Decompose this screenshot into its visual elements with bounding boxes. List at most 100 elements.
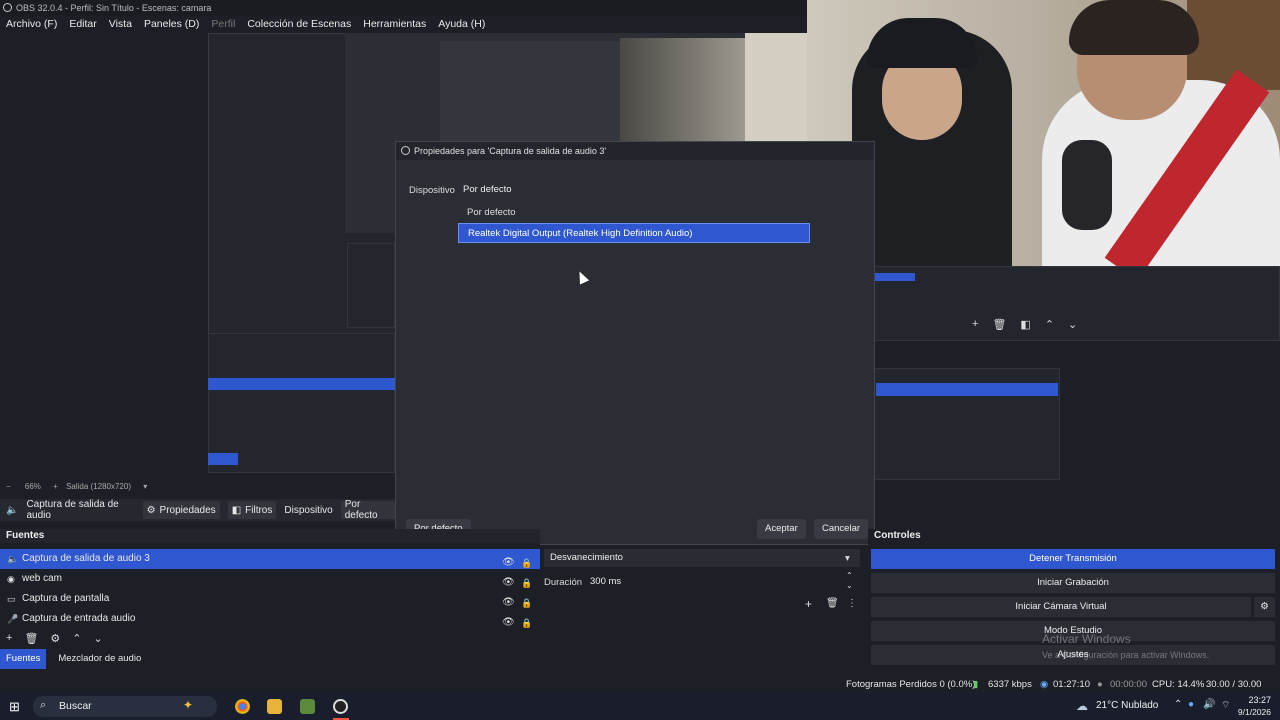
bitrate: 6337 kbps [988,679,1032,690]
add-icon: + [972,318,979,330]
sources-title: Fuentes [0,529,540,543]
network-icon[interactable]: ⌔ [1221,699,1230,712]
nested-selected-row [208,378,395,390]
chrome-icon[interactable] [235,699,250,714]
source-name: Captura de pantalla [22,593,110,604]
virtual-camera-button[interactable]: Iniciar Cámara Virtual [871,597,1251,617]
search-box[interactable]: ⌕ Buscar ✦ [33,696,217,717]
status-bar: Fotogramas Perdidos 0 (0.0%) ▮ 6337 kbps… [0,676,1280,707]
menu-coleccion[interactable]: Colección de Escenas [241,16,357,33]
trash-icon: 🗑 [992,318,1007,331]
zoom-level[interactable]: 66% [25,482,41,491]
start-recording-button[interactable]: Iniciar Grabación [871,573,1275,593]
webcam-feed [807,0,1280,266]
down-icon[interactable]: ⌄ [94,632,103,645]
nested-sources-panel-2 [347,243,395,328]
visibility-eye-icon[interactable]: 👁 [502,613,515,633]
source-name: web cam [22,573,63,584]
speaker-icon: 🔈 [6,504,19,516]
stop-stream-button[interactable]: Detener Transmisión [871,549,1275,569]
stream-time: 01:27:10 [1053,679,1090,690]
device-label: Dispositivo [409,185,455,196]
app-icon[interactable] [300,699,315,714]
dropped-frames: Fotogramas Perdidos 0 (0.0%) [846,679,976,690]
controls-dock: Controles Detener Transmisión Iniciar Gr… [868,529,1280,669]
menu-vista[interactable]: Vista [103,16,138,33]
tray-chevron-icon[interactable]: ⌃ [1174,699,1182,710]
duration-input[interactable]: 300 ms [584,573,860,591]
device-option-realtek[interactable]: Realtek Digital Output (Realtek High Def… [458,223,810,243]
filter-icon: ◧ [1020,318,1031,331]
trash-icon[interactable]: 🗑 [24,632,38,645]
spinner-down-icon[interactable]: ⌄ [846,581,853,590]
search-placeholder: Buscar [59,700,92,712]
sources-actions: + 🗑 ⚙ ⌃ ⌄ [0,629,540,647]
output-resolution[interactable]: Salida (1280x720) [66,482,131,491]
tab-sources[interactable]: Fuentes [0,649,47,669]
cancel-button[interactable]: Cancelar [814,519,869,539]
device-dropdown-list: Por defecto Realtek Digital Output (Real… [458,203,810,243]
obs-taskbar-icon[interactable] [333,699,348,714]
lock-icon[interactable]: 🔒 [521,613,532,633]
menu-perfil[interactable]: Perfil [205,16,241,33]
source-row[interactable]: 🎤 Captura de entrada audio 👁 🔒 [0,609,540,629]
spinner-up-icon[interactable]: ⌃ [846,571,853,580]
copilot-sparkle-icon: ✦ [183,698,194,712]
weather[interactable]: 21°C Nublado [1096,700,1158,711]
chevron-down-icon[interactable]: ▾ [143,482,147,491]
menu-editar[interactable]: Editar [63,16,102,33]
camera-icon: ◉ [7,574,15,584]
search-icon: ⌕ [40,699,47,711]
file-explorer-icon[interactable] [267,699,282,714]
add-icon[interactable]: + [805,597,812,611]
nested-tab-active [208,453,238,465]
device-option-default[interactable]: Por defecto [458,203,810,223]
filters-label: Filtros [245,504,273,516]
source-row[interactable]: ◉ web cam 👁 🔒 [0,569,540,589]
menu-paneles[interactable]: Paneles (D) [138,16,205,33]
source-toolbar: 🔈 Captura de salida de audio ⚙ Propiedade… [0,499,395,521]
zoom-in-icon[interactable]: + [53,482,58,491]
filters-button[interactable]: ◧ Filtros [227,501,277,519]
device-select-toolbar[interactable]: Por defecto [340,499,395,521]
volume-icon[interactable]: 🔊 [1203,699,1215,710]
obs-logo-icon [3,3,12,12]
clock-time[interactable]: 23:27 [1239,695,1271,705]
gear-icon[interactable]: ⚙ [1254,597,1275,617]
nested-controls-primary [876,383,1058,396]
source-row[interactable]: 🔈 Captura de salida de audio 3 👁 🔒 [0,549,540,569]
gear-icon[interactable]: ⚙ [50,632,60,645]
zoom-out-icon[interactable]: − [6,482,11,491]
menu-ayuda[interactable]: Ayuda (H) [432,16,491,33]
device-dropdown[interactable]: Por defecto [458,180,810,200]
menu-herramientas[interactable]: Herramientas [357,16,432,33]
nested-sources-panel [208,333,395,473]
dialog-title-bar: Propiedades para 'Captura de salida de a… [396,142,874,160]
properties-button[interactable]: ⚙ Propiedades [142,501,220,519]
source-name: Captura de salida de audio 3 [22,553,150,564]
monitor-icon: ▭ [7,594,16,604]
device-label-toolbar: Dispositivo [284,504,333,516]
menu-archivo[interactable]: Archivo (F) [0,16,63,33]
duration-label: Duración [544,577,583,588]
add-icon[interactable]: + [6,632,12,644]
dialog-title: Propiedades para 'Captura de salida de a… [414,146,607,156]
nested-right-selected [875,273,915,281]
record-time: 00:00:00 [1110,679,1147,690]
up-icon: ⌃ [1044,318,1055,331]
tab-audio-mixer[interactable]: Mezclador de audio [52,649,147,669]
source-row[interactable]: ▭ Captura de pantalla 👁 🔒 [0,589,540,609]
more-icon[interactable]: ⋮ [847,598,857,609]
up-icon[interactable]: ⌃ [72,632,81,645]
window-title: OBS 32.0.4 - Perfil: Sin Título - Escena… [16,3,212,13]
clock-date[interactable]: 9/1/2026 [1233,707,1271,717]
sources-dock: Fuentes 🔈 Captura de salida de audio 3 👁… [0,529,540,669]
windows-start-icon[interactable]: ⊞ [9,699,20,715]
transition-select[interactable]: Desvanecimiento [544,549,860,567]
selected-source-name: Captura de salida de audio [26,499,119,521]
ok-button[interactable]: Aceptar [757,519,806,539]
tray-app-icon[interactable]: ● [1188,699,1194,710]
speaker-icon: 🔈 [7,554,19,564]
trash-icon[interactable]: 🗑 [826,598,839,609]
windows-taskbar: ⊞ ⌕ Buscar ✦ ☁ 21°C Nublado ⌃ ● 🔊 ⌔ 23:2… [0,693,1280,720]
